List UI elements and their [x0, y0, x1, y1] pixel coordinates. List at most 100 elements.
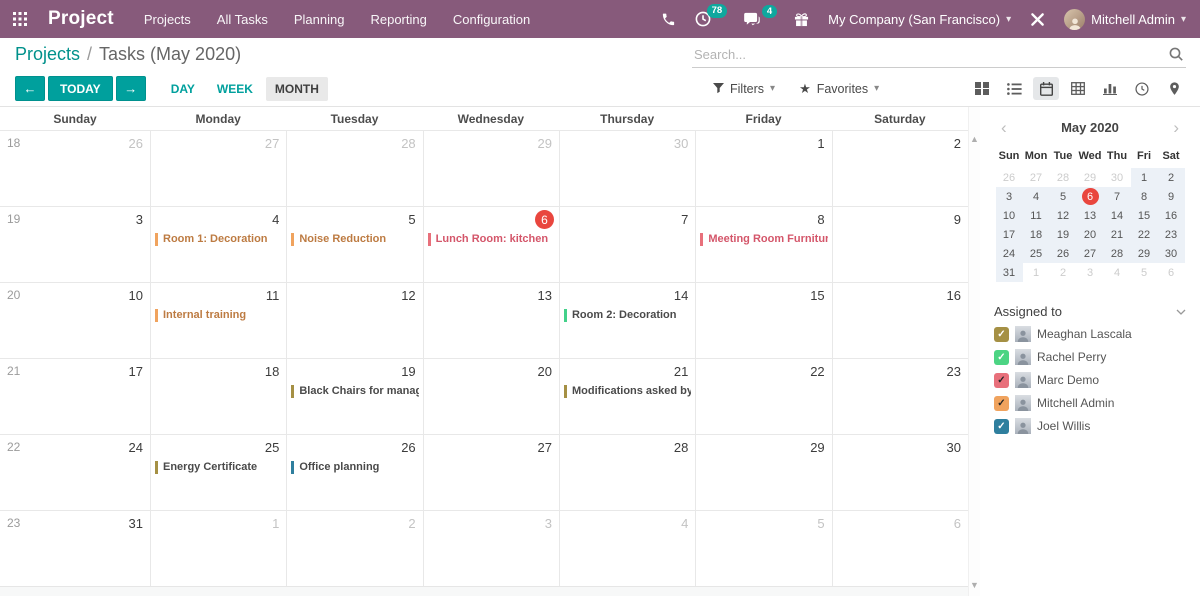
- mini-calendar-day[interactable]: 29: [1077, 168, 1104, 187]
- calendar-day-cell[interactable]: 1: [150, 511, 286, 586]
- mini-prev-icon[interactable]: ‹: [998, 119, 1010, 136]
- scale-month[interactable]: MONTH: [266, 77, 328, 101]
- mini-calendar-day[interactable]: 30: [1158, 244, 1185, 263]
- person-filter-checkbox[interactable]: ✓: [994, 327, 1009, 342]
- mini-calendar-day[interactable]: 30: [1104, 168, 1131, 187]
- nav-menu-configuration[interactable]: Configuration: [453, 12, 530, 27]
- calendar-day-cell[interactable]: 13: [423, 283, 559, 358]
- calendar-day-cell[interactable]: 23: [832, 359, 968, 434]
- calendar-day-cell[interactable]: 12: [286, 283, 422, 358]
- scale-week[interactable]: WEEK: [208, 77, 262, 101]
- mini-calendar-day[interactable]: 27: [1023, 168, 1050, 187]
- today-button[interactable]: TODAY: [48, 76, 113, 101]
- calendar-day-cell[interactable]: 14Room 2: Decoration: [559, 283, 695, 358]
- prev-period-button[interactable]: ←: [15, 76, 45, 101]
- mini-calendar-day[interactable]: 12: [1050, 206, 1077, 225]
- mini-next-icon[interactable]: ›: [1170, 119, 1182, 136]
- mini-calendar-day[interactable]: 26: [996, 168, 1023, 187]
- phone-icon[interactable]: [661, 12, 676, 27]
- user-menu[interactable]: Mitchell Admin ▾: [1064, 9, 1186, 30]
- calendar-event[interactable]: Lunch Room: kitchen: [428, 231, 555, 247]
- mini-calendar-day[interactable]: 21: [1104, 225, 1131, 244]
- calendar-day-cell[interactable]: 3: [423, 511, 559, 586]
- favorites-menu[interactable]: ★ Favorites ▾: [799, 81, 879, 97]
- calendar-event[interactable]: Energy Certificate: [155, 459, 282, 475]
- mini-calendar-day[interactable]: 4: [1023, 187, 1050, 206]
- calendar-day-cell[interactable]: 27: [423, 435, 559, 510]
- person-filter-checkbox[interactable]: ✓: [994, 373, 1009, 388]
- mini-calendar-day[interactable]: 20: [1077, 225, 1104, 244]
- mini-calendar-day[interactable]: 18: [1023, 225, 1050, 244]
- calendar-event[interactable]: Black Chairs for managers: [291, 383, 418, 399]
- view-map-icon[interactable]: [1161, 77, 1187, 100]
- calendar-day-cell[interactable]: 28: [286, 131, 422, 206]
- mini-calendar-day[interactable]: 28: [1050, 168, 1077, 187]
- nav-menu-all-tasks[interactable]: All Tasks: [217, 12, 268, 27]
- calendar-day-cell[interactable]: 9: [832, 207, 968, 282]
- filters-menu[interactable]: Filters ▾: [713, 82, 775, 96]
- mini-calendar-day[interactable]: 27: [1077, 244, 1104, 263]
- calendar-day-cell[interactable]: 27: [150, 131, 286, 206]
- view-pivot-icon[interactable]: [1065, 77, 1091, 100]
- horizontal-scrollbar[interactable]: [0, 586, 968, 596]
- mini-calendar-day[interactable]: 3: [996, 187, 1023, 206]
- calendar-event[interactable]: Room 1: Decoration: [155, 231, 282, 247]
- mini-calendar-day[interactable]: 1: [1131, 168, 1158, 187]
- mini-calendar-day[interactable]: 28: [1104, 244, 1131, 263]
- mini-calendar-day[interactable]: 31: [996, 263, 1023, 282]
- search-icon[interactable]: [1168, 46, 1184, 67]
- calendar-day-cell[interactable]: 21Modifications asked by the c: [559, 359, 695, 434]
- calendar-day-cell[interactable]: 4Room 1: Decoration: [150, 207, 286, 282]
- person-filter-checkbox[interactable]: ✓: [994, 396, 1009, 411]
- mini-calendar-day[interactable]: 10: [996, 206, 1023, 225]
- scale-day[interactable]: DAY: [162, 77, 204, 101]
- view-graph-icon[interactable]: [1097, 77, 1123, 100]
- calendar-day-cell[interactable]: 26Office planning: [286, 435, 422, 510]
- calendar-event[interactable]: Room 2: Decoration: [564, 307, 691, 323]
- calendar-day-cell[interactable]: 30: [832, 435, 968, 510]
- mini-calendar-day[interactable]: 26: [1050, 244, 1077, 263]
- calendar-day-cell[interactable]: 6: [832, 511, 968, 586]
- person-filter-checkbox[interactable]: ✓: [994, 350, 1009, 365]
- mini-calendar-day[interactable]: 24: [996, 244, 1023, 263]
- mini-calendar-day[interactable]: 25: [1023, 244, 1050, 263]
- messages-icon[interactable]: 4: [744, 12, 761, 27]
- mini-calendar-day[interactable]: 2: [1158, 168, 1185, 187]
- activities-icon[interactable]: 78: [695, 11, 711, 27]
- calendar-day-cell[interactable]: 29: [423, 131, 559, 206]
- calendar-day-cell[interactable]: 11Internal training: [150, 283, 286, 358]
- calendar-day-cell[interactable]: 1826: [0, 131, 150, 206]
- mini-calendar-day[interactable]: 3: [1077, 263, 1104, 282]
- calendar-event[interactable]: Meeting Room Furniture: [700, 231, 827, 247]
- mini-calendar-day[interactable]: 4: [1104, 263, 1131, 282]
- view-calendar-icon[interactable]: [1033, 77, 1059, 100]
- calendar-day-cell[interactable]: 2224: [0, 435, 150, 510]
- calendar-day-cell[interactable]: 2: [832, 131, 968, 206]
- calendar-event[interactable]: Internal training: [155, 307, 282, 323]
- calendar-day-cell[interactable]: 30: [559, 131, 695, 206]
- mini-calendar-day[interactable]: 14: [1104, 206, 1131, 225]
- calendar-day-cell[interactable]: 193: [0, 207, 150, 282]
- nav-menu-projects[interactable]: Projects: [144, 12, 191, 27]
- person-filter-checkbox[interactable]: ✓: [994, 419, 1009, 434]
- calendar-day-cell[interactable]: 2331: [0, 511, 150, 586]
- calendar-day-cell[interactable]: 5: [695, 511, 831, 586]
- scroll-up-icon[interactable]: ▲: [970, 135, 979, 144]
- mini-calendar-day[interactable]: 23: [1158, 225, 1185, 244]
- calendar-day-cell[interactable]: 2: [286, 511, 422, 586]
- search-input[interactable]: [692, 42, 1186, 68]
- calendar-day-cell[interactable]: 25Energy Certificate: [150, 435, 286, 510]
- nav-menu-reporting[interactable]: Reporting: [370, 12, 426, 27]
- nav-menu-planning[interactable]: Planning: [294, 12, 345, 27]
- calendar-day-cell[interactable]: 18: [150, 359, 286, 434]
- mini-calendar-day[interactable]: 7: [1104, 187, 1131, 206]
- mini-calendar-day[interactable]: 8: [1131, 187, 1158, 206]
- calendar-event[interactable]: Noise Reduction: [291, 231, 418, 247]
- calendar-day-cell[interactable]: 1: [695, 131, 831, 206]
- mini-calendar-day[interactable]: 9: [1158, 187, 1185, 206]
- mini-calendar-day[interactable]: 22: [1131, 225, 1158, 244]
- calendar-day-cell[interactable]: 28: [559, 435, 695, 510]
- calendar-day-cell[interactable]: 5Noise Reduction: [286, 207, 422, 282]
- calendar-event[interactable]: Office planning: [291, 459, 418, 475]
- calendar-day-cell[interactable]: 2010: [0, 283, 150, 358]
